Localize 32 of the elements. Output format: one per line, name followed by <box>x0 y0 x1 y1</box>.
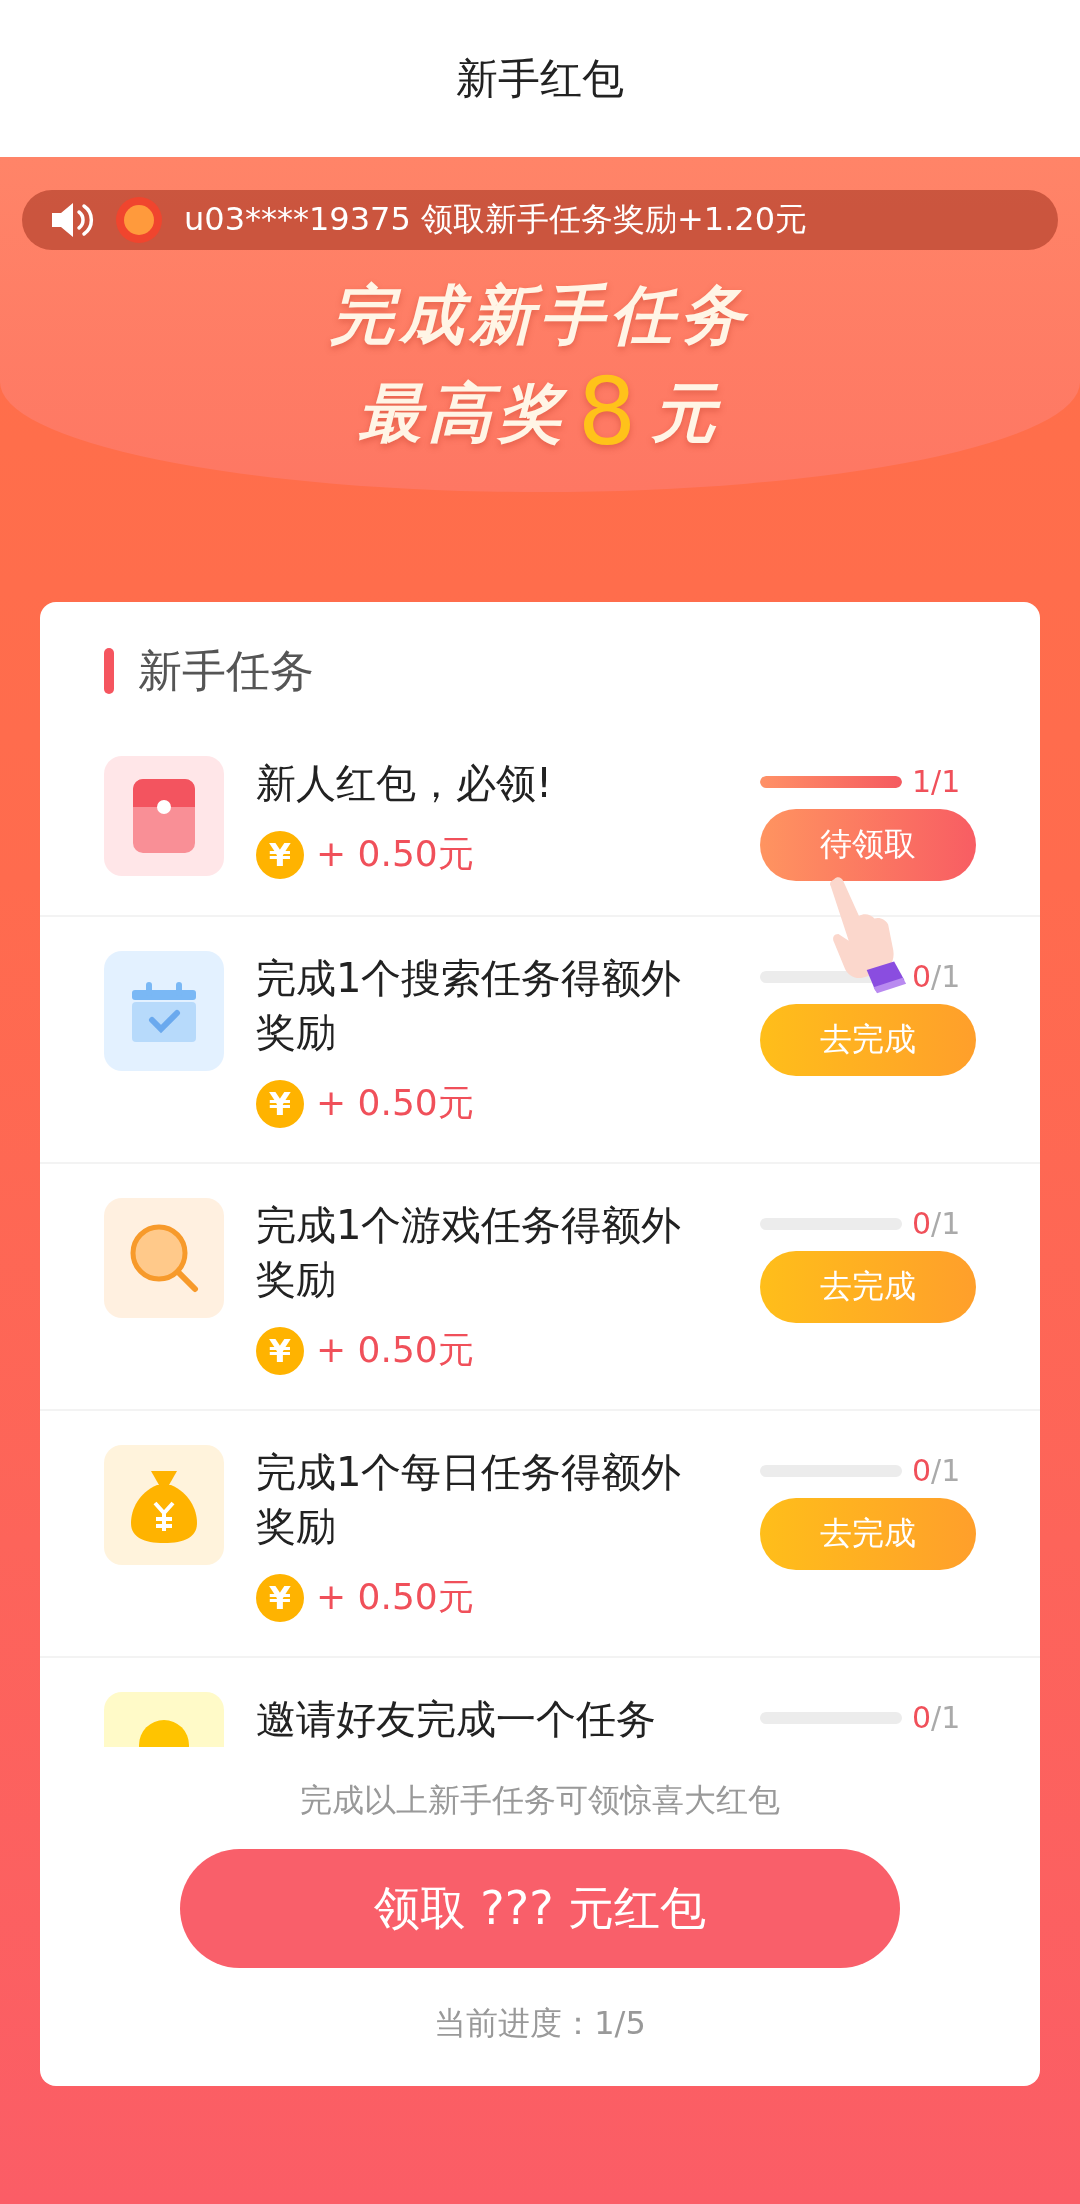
task-reward: + 0.50元 <box>316 1575 474 1619</box>
claim-button[interactable]: 待领取 <box>760 809 976 881</box>
task-title: 新人红包，必领! <box>256 759 554 808</box>
task-title: 完成1个游戏任务得额外奖励 <box>256 1201 683 1304</box>
yuan-coin-icon: ¥ <box>256 1573 304 1622</box>
prize-amount: 8 <box>577 367 643 459</box>
headline: 最高奖 <box>357 374 568 452</box>
progress-count: 0/1 <box>912 959 961 994</box>
hint-text: 完成以上新手任务可领惊喜大红包 <box>300 1780 780 1821</box>
progress-count: 1/1 <box>912 764 961 799</box>
progress-text: 当前进度：1/5 <box>434 2003 646 2044</box>
task-title: 完成1个每日任务得额外奖励 <box>256 1448 683 1551</box>
section-title: 新手任务 <box>138 643 314 698</box>
progress-count: 0/1 <box>912 1206 961 1241</box>
ticker-message: u03****19375 领取新手任务奖励+1.20元 <box>184 199 808 240</box>
task-reward: + 0.50元 <box>316 1081 474 1125</box>
yuan-coin-icon: ¥ <box>256 1326 304 1375</box>
progress-count: 0/1 <box>912 1700 961 1735</box>
task-title: 完成1个搜索任务得额外奖励 <box>256 954 683 1057</box>
headline: 完成新手任务 <box>330 277 750 354</box>
page-title: 新手红包 <box>456 52 624 105</box>
task-reward: + 0.50元 <box>316 832 474 876</box>
progress-count: 0/1 <box>912 1453 961 1488</box>
go-button[interactable]: 去完成 <box>760 1251 976 1323</box>
headline: 元 <box>652 374 723 452</box>
task-reward: + 0.50元 <box>316 1328 474 1372</box>
task-title: 邀请好友完成一个任务 <box>256 1695 657 1744</box>
claim-reward-button[interactable]: 领取 ??? 元红包 <box>180 1849 900 1968</box>
go-button[interactable]: 去完成 <box>760 1498 976 1570</box>
yuan-coin-icon: ¥ <box>256 830 304 879</box>
yuan-coin-icon: ¥ <box>256 1079 304 1128</box>
go-button[interactable]: 去完成 <box>760 1004 976 1076</box>
